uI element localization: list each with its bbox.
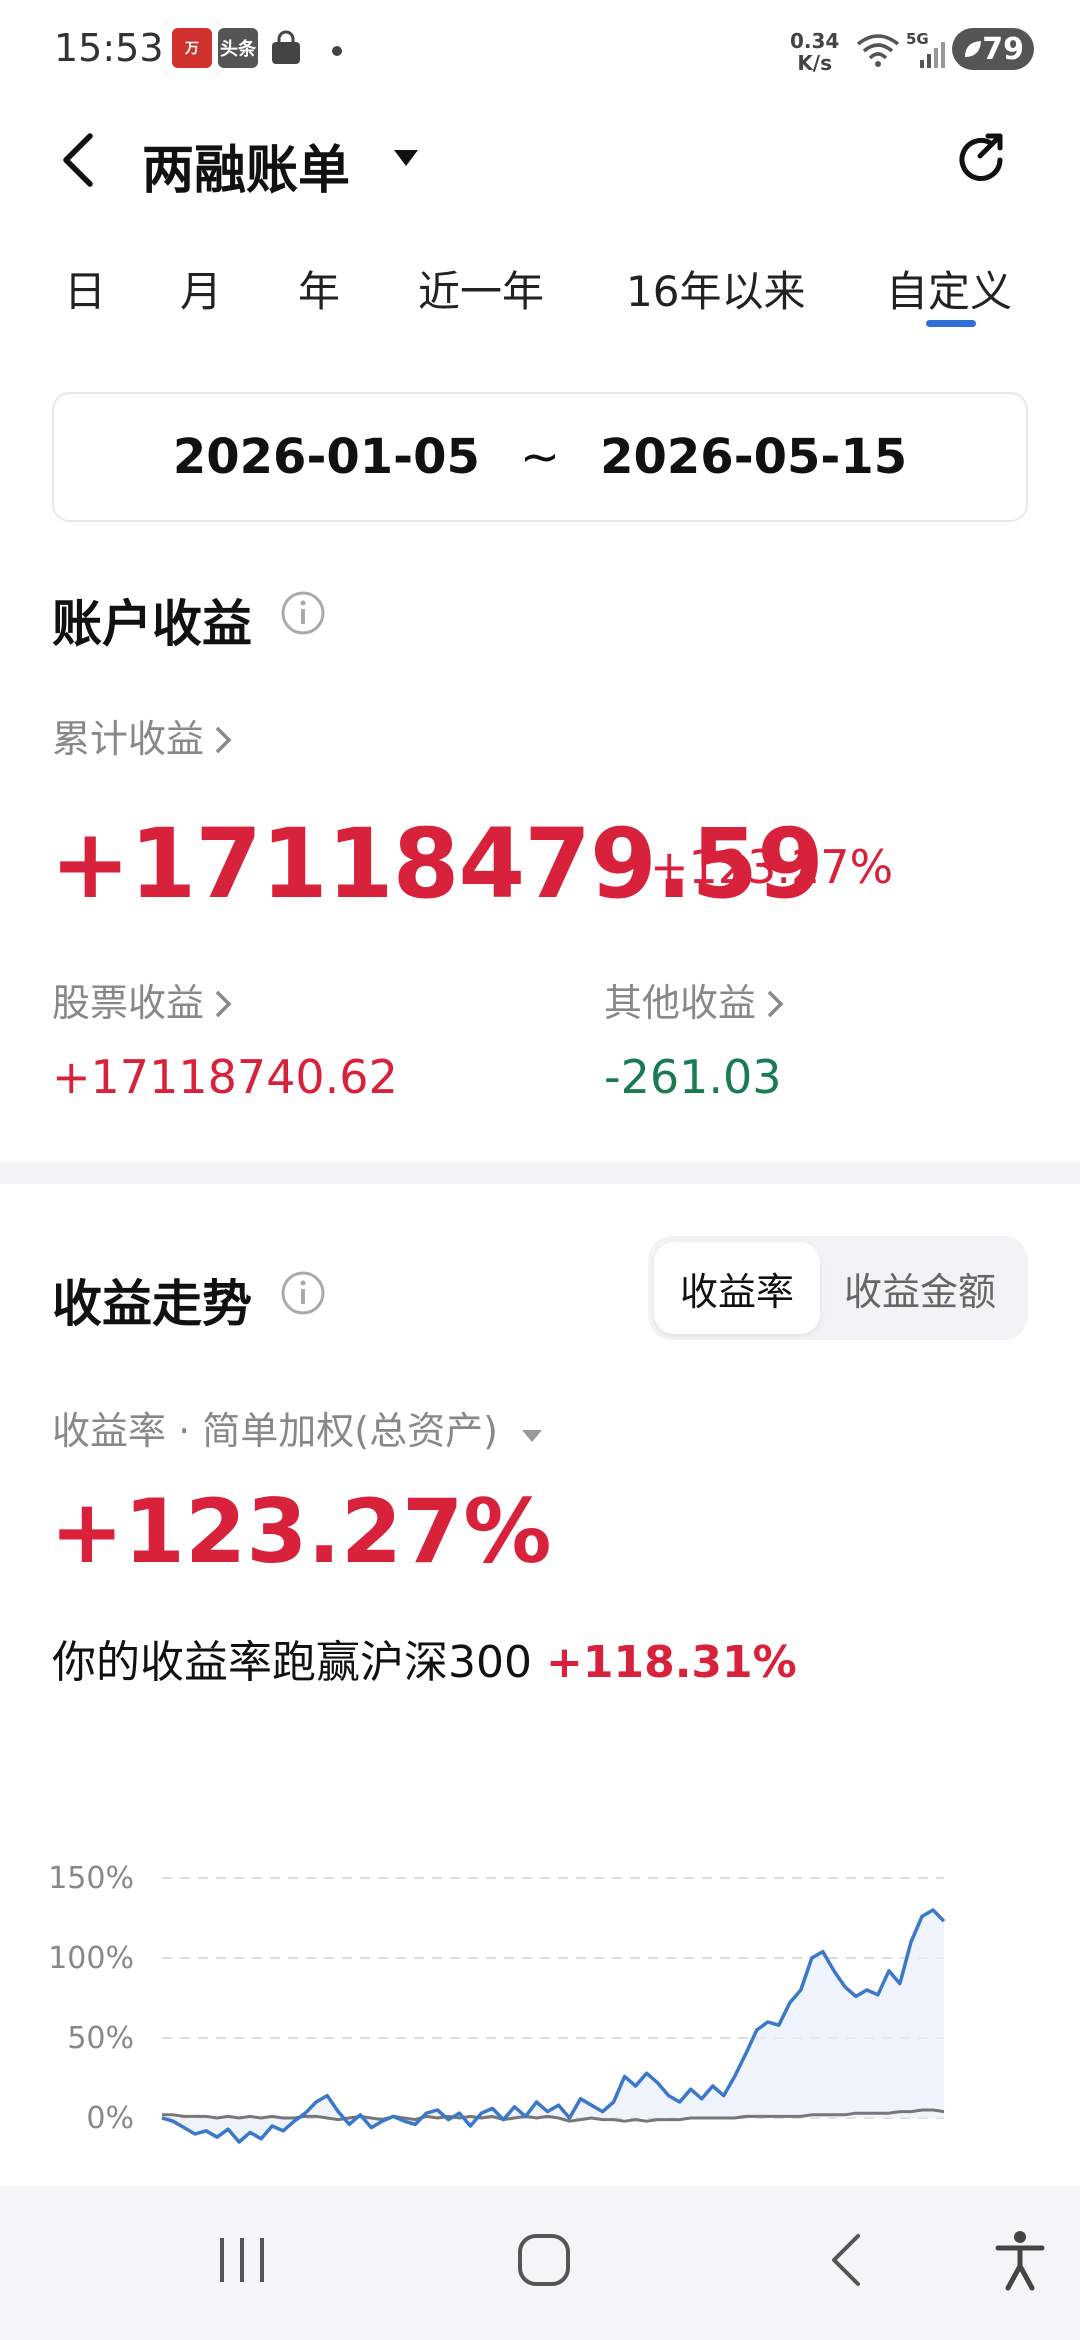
toutiao-app-icon: 头条 [218,28,258,68]
return-rate-value: +123.27% [50,1480,552,1583]
caret-down-icon [510,1409,544,1453]
accessibility-icon[interactable] [994,2230,1046,2296]
account-income-title: 账户收益 [52,595,252,653]
other-income-value: -261.03 [604,1050,782,1104]
status-bar: 15:53 万 头条 0.34 K/s 5G 79 [0,0,1080,100]
tab-year[interactable]: 年 [298,258,340,319]
refresh-icon[interactable] [952,130,1012,194]
securities-app-icon: 万 [172,28,212,68]
rate-method-label: 收益率 · 简单加权(总资产) [52,1409,498,1453]
y-tick-label: 50% [67,2021,134,2056]
active-tab-indicator [926,320,976,327]
home-icon[interactable] [514,2230,574,2294]
benchmark-text: 你的收益率跑赢沪深300 [52,1637,532,1688]
other-income-link[interactable]: 其他收益 [604,972,784,1028]
return-trend-chart[interactable]: 150% 100% 50% 0% [0,1720,1080,2160]
y-tick-label: 150% [48,1861,134,1896]
return-trend-svg: 150% 100% 50% 0% [48,1861,946,2144]
signal-icon [920,40,946,72]
battery-level: 79 [982,31,1024,67]
app-header: 两融账单 [0,110,1080,220]
cumulative-income-link[interactable]: 累计收益 [52,708,232,764]
date-separator: ~ [519,429,561,485]
tab-since-2016[interactable]: 16年以来 [626,258,805,319]
battery-indicator: 79 [952,28,1034,70]
stock-income-label: 股票收益 [52,981,205,1025]
period-tabs: 日 月 年 近一年 16年以来 自定义 [0,250,1080,330]
back-arrow-icon[interactable] [58,132,98,192]
cumulative-income-label: 累计收益 [52,717,205,761]
page-title[interactable]: 两融账单 [142,128,350,203]
stock-income-link[interactable]: 股票收益 [52,972,232,1028]
benchmark-excess-value: +118.31% [545,1637,797,1688]
other-income-label: 其他收益 [604,981,757,1025]
chevron-right-icon [214,720,232,764]
benchmark-comparison: 你的收益率跑赢沪深300 +118.31% [52,1626,797,1690]
y-tick-label: 100% [48,1941,134,1976]
notification-dot-icon [332,46,342,56]
start-date[interactable]: 2026-01-05 [173,429,480,485]
recent-apps-icon[interactable] [214,2230,270,2294]
date-range-picker[interactable]: 2026-01-05 ~ 2026-05-15 [52,392,1028,522]
rate-method-dropdown[interactable]: 收益率 · 简单加权(总资产) [52,1400,544,1455]
shopping-bag-icon [268,30,304,70]
leaf-icon [965,41,981,57]
chevron-right-icon [766,984,784,1028]
section-divider [0,1162,1080,1184]
caret-down-icon[interactable] [392,148,420,172]
tab-last-year[interactable]: 近一年 [418,258,544,319]
chevron-right-icon [214,984,232,1028]
tab-custom[interactable]: 自定义 [886,258,1012,319]
back-icon[interactable] [826,2230,866,2294]
trend-title: 收益走势 [52,1275,252,1333]
tab-day[interactable]: 日 [64,258,106,319]
info-icon[interactable] [280,1270,326,1320]
cumulative-income-rate: +123.27% [650,840,894,894]
status-time: 15:53 [54,26,164,70]
y-tick-label: 0% [86,2101,134,2136]
network-speed: 0.34 K/s [790,29,840,75]
end-date[interactable]: 2026-05-15 [600,429,907,485]
info-icon[interactable] [280,590,326,640]
metric-toggle: 收益率 收益金额 [648,1236,1028,1340]
wifi-icon [856,34,900,72]
system-nav-bar [0,2186,1080,2340]
seg-amount-button[interactable]: 收益金额 [844,1236,996,1340]
stock-income-value: +17118740.62 [52,1050,398,1104]
tab-month[interactable]: 月 [180,258,222,319]
seg-rate-button[interactable]: 收益率 [654,1242,820,1334]
